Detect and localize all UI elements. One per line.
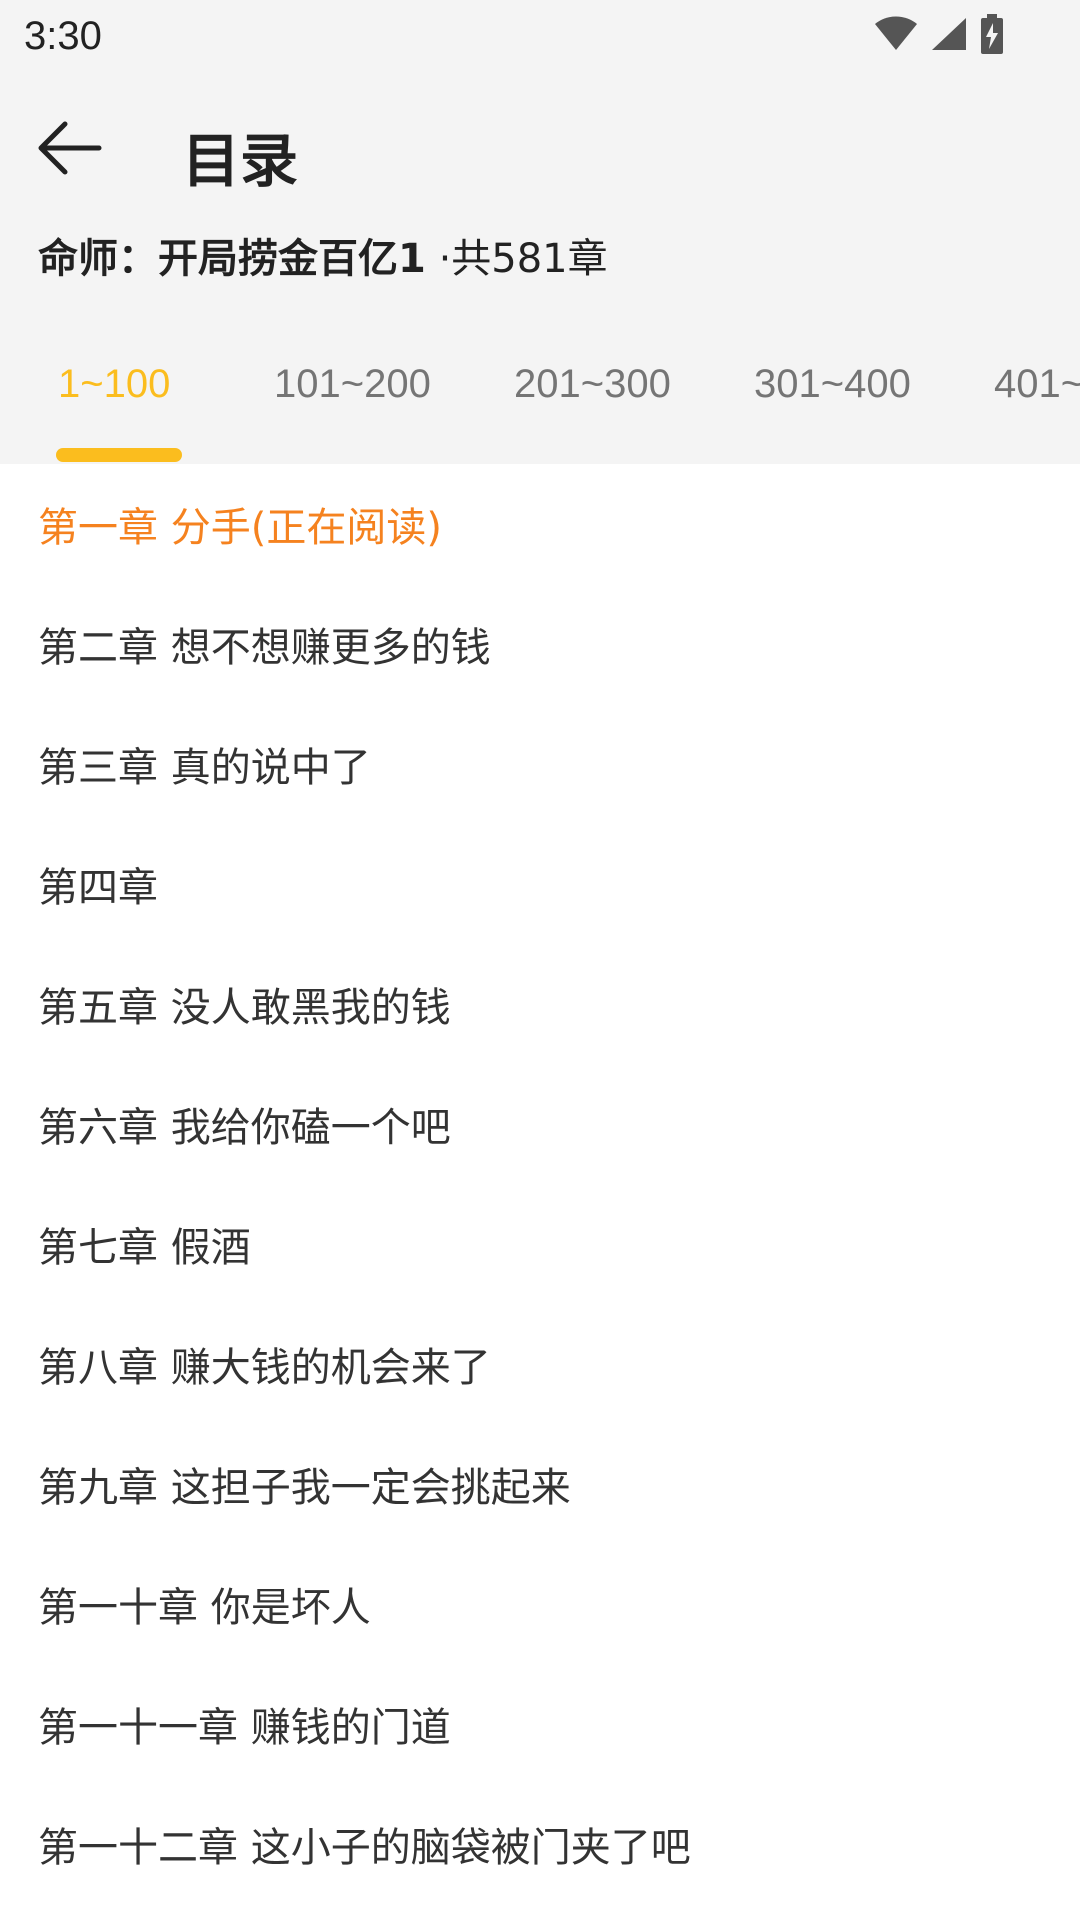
chapter-item[interactable]: 第一十一章 赚钱的门道 [0,1664,1080,1784]
chapter-label: 第三章 真的说中了 [38,745,371,791]
chapter-label: 第二章 想不想赚更多的钱 [38,625,491,671]
chapter-label: 第一十一章 赚钱的门道 [38,1705,451,1751]
chapter-item[interactable]: 第五章 没人敢黑我的钱 [0,944,1080,1064]
screen: 3:30 目录 命师：开局捞金百亿1 ·共581章 1~100 101~200 … [0,0,1080,1920]
page-title: 目录 [182,127,299,195]
tab-range-101-200[interactable]: 101~200 [274,362,431,422]
chapter-label: 第一十二章 这小子的脑袋被门夹了吧 [38,1825,691,1871]
status-icons [874,14,1004,54]
chapter-label: 第四章 [38,865,158,911]
back-arrow-icon [33,118,103,182]
header-area: 3:30 目录 命师：开局捞金百亿1 ·共581章 1~100 101~200 … [0,0,1080,464]
chapter-item[interactable]: 第三章 真的说中了 [0,704,1080,824]
chapter-item[interactable]: 第二章 想不想赚更多的钱 [0,584,1080,704]
active-tab-indicator [56,448,182,462]
status-bar: 3:30 [0,0,1080,72]
wifi-icon [874,16,918,52]
chapter-item[interactable]: 第九章 这担子我一定会挑起来 [0,1424,1080,1544]
chapter-item[interactable]: 第七章 假酒 [0,1184,1080,1304]
chapter-count: ·共581章 [438,236,608,282]
tab-range-301-400[interactable]: 301~400 [754,362,911,422]
back-button[interactable] [26,110,110,190]
chapter-item[interactable]: 第六章 我给你磕一个吧 [0,1064,1080,1184]
chapter-label: 第八章 赚大钱的机会来了 [38,1345,491,1391]
chapter-item[interactable]: 第四章 [0,824,1080,944]
chapter-label: 第九章 这担子我一定会挑起来 [38,1465,571,1511]
chapter-item[interactable]: 第一十二章 这小子的脑袋被门夹了吧 [0,1784,1080,1904]
tab-range-201-300[interactable]: 201~300 [514,362,671,422]
chapter-item[interactable]: 第八章 赚大钱的机会来了 [0,1304,1080,1424]
chapter-label: 第六章 我给你磕一个吧 [38,1105,451,1151]
chapter-label: 第五章 没人敢黑我的钱 [38,985,451,1031]
tab-range-1-100[interactable]: 1~100 [58,362,170,422]
chapter-label: 第七章 假酒 [38,1225,251,1271]
chapter-list: 第一章 分手(正在阅读) 第二章 想不想赚更多的钱 第三章 真的说中了 第四章 … [0,464,1080,1920]
book-info: 命师：开局捞金百亿1 ·共581章 [38,226,608,284]
status-time: 3:30 [24,14,102,58]
chapter-item-current[interactable]: 第一章 分手(正在阅读) [0,464,1080,584]
chapter-item[interactable]: 第一十章 你是坏人 [0,1544,1080,1664]
cell-signal-icon [930,16,968,52]
book-title: 命师：开局捞金百亿1 [38,236,426,282]
chapter-label: 第一十章 你是坏人 [38,1585,371,1631]
tab-range-401[interactable]: 401~ [994,362,1080,422]
range-tabs: 1~100 101~200 201~300 301~400 401~ [0,352,1080,464]
chapter-label: 第一章 分手(正在阅读) [38,505,442,551]
battery-charging-icon [980,14,1004,54]
nav-bar: 目录 [0,92,1080,204]
